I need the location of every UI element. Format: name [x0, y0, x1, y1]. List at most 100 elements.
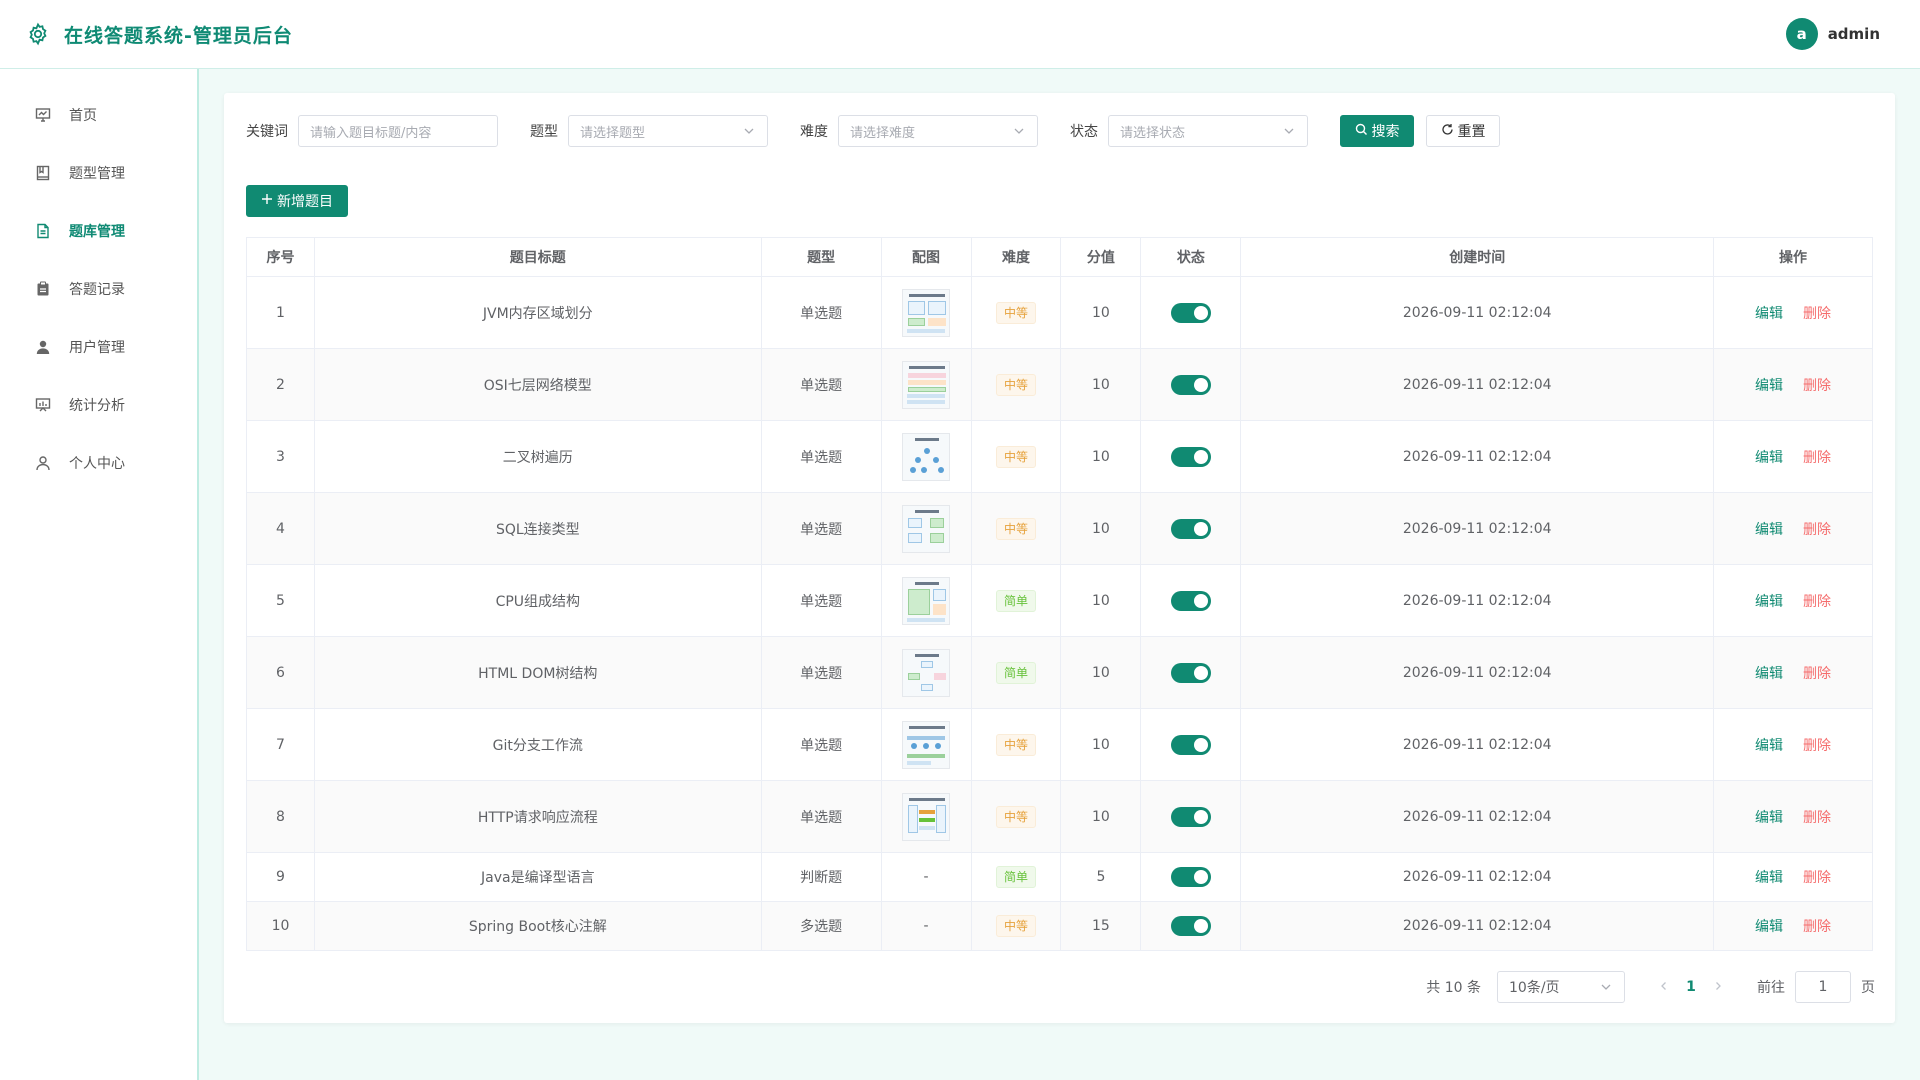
actions-cell: 编辑 删除 — [1713, 780, 1873, 853]
next-page-button[interactable] — [1705, 979, 1731, 995]
question-image-thumbnail[interactable] — [902, 648, 951, 697]
status-toggle[interactable] — [1170, 446, 1211, 467]
status-label: 状态 — [1070, 124, 1098, 140]
column-header: 创建时间 — [1240, 237, 1715, 277]
delete-button[interactable]: 删除 — [1803, 594, 1831, 610]
score: 10 — [1060, 276, 1142, 349]
status-toggle[interactable] — [1170, 734, 1211, 755]
sidebar-item-question-bank[interactable]: 题库管理 — [0, 202, 197, 260]
keyword-input[interactable]: 请输入题目标题/内容 — [298, 115, 498, 147]
status-cell — [1140, 852, 1242, 902]
sidebar-item-home[interactable]: 首页 — [0, 86, 197, 144]
delete-button[interactable]: 删除 — [1803, 450, 1831, 466]
delete-button[interactable]: 删除 — [1803, 378, 1831, 394]
status-cell — [1140, 901, 1242, 951]
image-cell — [881, 708, 972, 781]
user-name[interactable]: admin — [1828, 25, 1880, 43]
column-header: 题目标题 — [314, 237, 762, 277]
edit-button[interactable]: 编辑 — [1755, 522, 1783, 538]
question-title: OSI七层网络模型 — [314, 348, 762, 421]
question-title: SQL连接类型 — [314, 492, 762, 565]
delete-button[interactable]: 删除 — [1803, 870, 1831, 886]
edit-button[interactable]: 编辑 — [1755, 594, 1783, 610]
question-image-thumbnail[interactable] — [902, 288, 951, 337]
row-index: 3 — [246, 420, 315, 493]
question-image-thumbnail[interactable] — [902, 360, 951, 409]
status-toggle[interactable] — [1170, 590, 1211, 611]
status-select[interactable]: 请选择状态 — [1108, 115, 1308, 147]
edit-button[interactable]: 编辑 — [1755, 306, 1783, 322]
question-title: 二叉树遍历 — [314, 420, 762, 493]
prev-page-button[interactable] — [1651, 979, 1677, 995]
actions-cell: 编辑 删除 — [1713, 348, 1873, 421]
edit-button[interactable]: 编辑 — [1755, 450, 1783, 466]
sidebar-item-statistics[interactable]: 统计分析 — [0, 376, 197, 434]
page-size-select[interactable]: 10条/页 — [1497, 971, 1625, 1003]
status-toggle[interactable] — [1170, 916, 1211, 936]
status-cell — [1140, 564, 1242, 637]
row-index: 5 — [246, 564, 315, 637]
question-title: HTML DOM树结构 — [314, 636, 762, 709]
score: 10 — [1060, 420, 1142, 493]
edit-button[interactable]: 编辑 — [1755, 870, 1783, 886]
edit-button[interactable]: 编辑 — [1755, 810, 1783, 826]
delete-button[interactable]: 删除 — [1803, 919, 1831, 935]
delete-button[interactable]: 删除 — [1803, 522, 1831, 538]
score: 10 — [1060, 564, 1142, 637]
status-toggle[interactable] — [1170, 662, 1211, 683]
delete-button[interactable]: 删除 — [1803, 738, 1831, 754]
status-toggle[interactable] — [1170, 374, 1211, 395]
sidebar-item-label: 答题记录 — [69, 282, 125, 298]
type-select[interactable]: 请选择题型 — [568, 115, 768, 147]
question-type: 单选题 — [761, 780, 882, 853]
table-row: 2 OSI七层网络模型 单选题 中等 10 2026-09-11 02:12:04 编辑 删除 — [246, 348, 1873, 421]
image-cell — [881, 276, 972, 349]
avatar[interactable]: a — [1785, 18, 1818, 50]
row-index: 4 — [246, 492, 315, 565]
score: 10 — [1060, 348, 1142, 421]
question-image-thumbnail[interactable] — [902, 792, 951, 841]
status-toggle[interactable] — [1170, 867, 1211, 887]
sidebar-item-profile[interactable]: 个人中心 — [0, 434, 197, 492]
goto-page-input[interactable]: 1 — [1795, 971, 1851, 1003]
score: 10 — [1060, 780, 1142, 853]
delete-button[interactable]: 删除 — [1803, 810, 1831, 826]
brand: 在线答题系统-管理员后台 — [24, 20, 293, 48]
edit-button[interactable]: 编辑 — [1755, 666, 1783, 682]
search-button[interactable]: 搜索 — [1340, 115, 1414, 147]
actions-cell: 编辑 删除 — [1713, 492, 1873, 565]
delete-button[interactable]: 删除 — [1803, 306, 1831, 322]
question-image-thumbnail[interactable] — [902, 576, 951, 625]
column-header: 状态 — [1140, 237, 1242, 277]
chevron-down-icon — [1283, 125, 1295, 141]
row-index: 7 — [246, 708, 315, 781]
actions-cell: 编辑 删除 — [1713, 636, 1873, 709]
question-image-thumbnail[interactable] — [902, 504, 951, 553]
question-image-thumbnail[interactable] — [902, 720, 951, 769]
edit-button[interactable]: 编辑 — [1755, 738, 1783, 754]
table-row: 4 SQL连接类型 单选题 中等 10 2026-09-11 02:12:04 编辑 删除 — [246, 492, 1873, 565]
difficulty-cell: 简单 — [971, 852, 1062, 902]
add-question-button[interactable]: 新增题目 — [246, 185, 348, 217]
page-suffix: 页 — [1861, 980, 1875, 996]
difficulty-select[interactable]: 请选择难度 — [838, 115, 1038, 147]
edit-button[interactable]: 编辑 — [1755, 378, 1783, 394]
user-menu[interactable]: a admin — [1785, 18, 1880, 50]
status-cell — [1140, 636, 1242, 709]
status-toggle[interactable] — [1170, 806, 1211, 827]
question-image-thumbnail[interactable] — [902, 432, 951, 481]
score: 10 — [1060, 492, 1142, 565]
delete-button[interactable]: 删除 — [1803, 666, 1831, 682]
page-number-current[interactable]: 1 — [1677, 979, 1705, 995]
reset-button[interactable]: 重置 — [1426, 115, 1500, 147]
row-index: 8 — [246, 780, 315, 853]
user-icon — [34, 338, 52, 356]
status-toggle[interactable] — [1170, 302, 1211, 323]
sidebar-item-label: 统计分析 — [69, 398, 125, 414]
sidebar-item-users[interactable]: 用户管理 — [0, 318, 197, 376]
difficulty-cell: 中等 — [971, 420, 1062, 493]
edit-button[interactable]: 编辑 — [1755, 919, 1783, 935]
sidebar-item-answer-records[interactable]: 答题记录 — [0, 260, 197, 318]
sidebar-item-question-types[interactable]: 题型管理 — [0, 144, 197, 202]
status-toggle[interactable] — [1170, 518, 1211, 539]
